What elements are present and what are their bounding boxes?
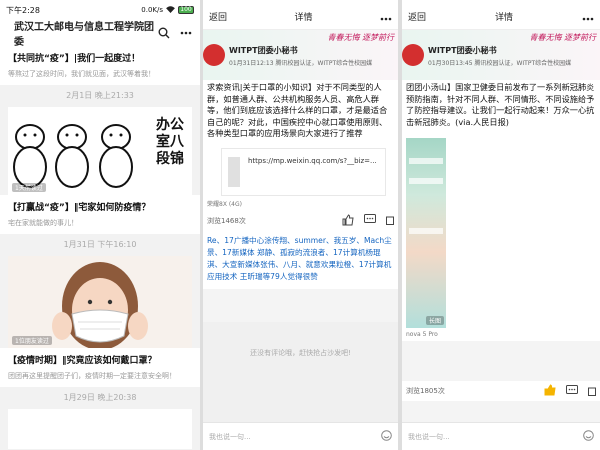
author-avatar[interactable] bbox=[402, 44, 424, 66]
article-cover-exercise[interactable]: 办公室八段锦 1天前读过 bbox=[8, 107, 192, 195]
author-name[interactable]: WITPT团委小秘书 bbox=[229, 45, 298, 56]
cover-illustration-mask-girl bbox=[8, 256, 192, 348]
long-image-badge: 长图 bbox=[425, 316, 444, 325]
comment-input-bar[interactable]: 我也说一句... bbox=[402, 422, 600, 450]
comment-icon[interactable] bbox=[364, 214, 376, 227]
comment-input[interactable]: 我也说一句... bbox=[209, 432, 381, 442]
no-comment-message: 还没有评论哦，赶快抢占沙发吧! bbox=[250, 349, 351, 357]
link-thumbnail bbox=[228, 156, 240, 187]
article-summary: 团团再这里提醒团子们，疫情时期一定要注意安全啊！ bbox=[8, 372, 176, 380]
wifi-icon bbox=[166, 5, 175, 15]
article-title: 【疫情时期】‖究竟应该如何戴口罩？ bbox=[8, 356, 157, 366]
author-avatar[interactable] bbox=[203, 44, 225, 66]
date-divider: 1月29日 晚上20:38 bbox=[0, 387, 200, 409]
post-detail-screen: 返回 详情 青春无悔 逐梦前行 WITPT团委小秘书 01月30日13:45 腾… bbox=[402, 0, 600, 450]
article-cover-mask[interactable]: 1位朋友读过 bbox=[8, 256, 192, 348]
shared-link-card[interactable]: https://mp.weixin.qq.com/s?__biz=... bbox=[221, 147, 386, 196]
article-cover-placeholder[interactable] bbox=[8, 409, 192, 449]
post-content: 青春无悔 逐梦前行 WITPT团委小秘书 01月30日13:45 腾讯校园认证，… bbox=[402, 30, 600, 341]
post-device: nova 5 Pro bbox=[406, 331, 438, 338]
post-content: 青春无悔 逐梦前行 WITPT团委小秘书 01月31日12:13 腾讯校园认证，… bbox=[203, 30, 398, 289]
battery-indicator: 100 bbox=[178, 6, 194, 14]
article-title: 【共同抗“疫”】|我们一起度过！ bbox=[8, 54, 141, 64]
banner-slogan: 青春无悔 逐梦前行 bbox=[327, 33, 394, 42]
read-by-friends-badge: 1位朋友读过 bbox=[12, 336, 52, 345]
comment-icon[interactable] bbox=[566, 384, 578, 398]
article-title: 【打赢战“疫”】‖宅家如何防疫情？ bbox=[8, 203, 151, 213]
network-speed: 0.0K/s bbox=[141, 6, 163, 14]
more-icon[interactable] bbox=[582, 10, 594, 24]
back-button[interactable]: 返回 bbox=[408, 10, 426, 23]
post-author-banner: 青春无悔 逐梦前行 WITPT团委小秘书 01月30日13:45 腾讯校园认证，… bbox=[402, 30, 600, 80]
post-actions: 浏览1468次 bbox=[203, 211, 398, 231]
post-meta: 01月30日13:45 腾讯校园认证，WITPT综合性校园媒 bbox=[428, 60, 572, 67]
search-icon[interactable] bbox=[158, 27, 170, 39]
post-meta: 01月31日12:13 腾讯校园认证，WITPT综合性校园媒 bbox=[229, 60, 373, 67]
liked-by-list[interactable]: Re、17广播中心涂传翔、summer、我五岁、Mach尘景、17新媒体 郑静、… bbox=[203, 230, 398, 289]
detail-header: 返回 详情 bbox=[203, 4, 398, 30]
status-bar: 下午2:28 0.0K/s 100 bbox=[0, 0, 200, 20]
post-detail-screen: 返回 详情 青春无悔 逐梦前行 WITPT团委小秘书 01月31日12:13 腾… bbox=[203, 0, 398, 450]
date-divider: 1月31日 下午16:10 bbox=[0, 234, 200, 256]
like-icon[interactable] bbox=[342, 213, 354, 228]
article-card[interactable]: 【疫情时期】‖究竟应该如何戴口罩？ 团团再这里提醒团子们，疫情时期一定要注意安全… bbox=[0, 348, 200, 387]
more-icon[interactable] bbox=[380, 10, 392, 24]
post-text: 求索资讯|关于口罩的小知识】对于不同类型的人群，如普通人群、公共机构服务人员、高… bbox=[207, 82, 388, 138]
post-device: 荣耀8X (4G) bbox=[207, 200, 242, 208]
view-count: 浏览1468次 bbox=[207, 216, 246, 225]
emoji-icon[interactable] bbox=[583, 430, 594, 443]
banner-slogan: 青春无悔 逐梦前行 bbox=[529, 33, 596, 42]
article-summary: 宅在家就能做的事儿！ bbox=[8, 219, 78, 227]
feed-header: 武汉工大邮电与信息工程学院团委 bbox=[0, 20, 200, 48]
comments-area bbox=[203, 322, 398, 422]
post-actions: 浏览1805次 bbox=[402, 381, 600, 401]
detail-header: 返回 详情 bbox=[402, 4, 600, 30]
comment-input[interactable]: 我也说一句... bbox=[408, 432, 583, 442]
cover-calligraphy-text: 办公室八段锦 bbox=[156, 117, 184, 167]
long-image-thumbnail[interactable]: 长图 bbox=[406, 138, 446, 328]
post-text: 团团小汤山】国家卫健委日前发布了一系列新冠肺炎预防指南，针对不同人群、不同情形、… bbox=[406, 82, 595, 127]
account-title: 武汉工大邮电与信息工程学院团委 bbox=[14, 22, 154, 48]
more-icon[interactable] bbox=[180, 31, 192, 35]
detail-title: 详情 bbox=[495, 13, 514, 23]
account-feed-screen: 下午2:28 0.0K/s 100 武汉工大邮电与信息工程学院团委 【共同抗“疫… bbox=[0, 0, 200, 450]
emoji-icon[interactable] bbox=[381, 430, 392, 443]
date-divider: 2月1日 晚上21:33 bbox=[0, 85, 200, 107]
share-icon[interactable] bbox=[588, 385, 596, 398]
like-icon-active[interactable] bbox=[544, 384, 556, 398]
article-card[interactable]: 【打赢战“疫”】‖宅家如何防疫情？ 宅在家就能做的事儿！ bbox=[0, 195, 200, 234]
comment-input-bar[interactable]: 我也说一句... bbox=[203, 422, 398, 450]
status-time: 下午2:28 bbox=[6, 5, 40, 15]
detail-title: 详情 bbox=[294, 13, 313, 23]
author-name[interactable]: WITPT团委小秘书 bbox=[428, 45, 497, 56]
post-author-banner: 青春无悔 逐梦前行 WITPT团委小秘书 01月31日12:13 腾讯校园认证，… bbox=[203, 30, 398, 80]
share-icon[interactable] bbox=[386, 214, 394, 227]
read-by-friends-badge: 1天前读过 bbox=[12, 183, 46, 192]
article-summary: 等熬过了这段时间，我们就见面，武汉等着我！ bbox=[8, 70, 155, 78]
view-count: 浏览1805次 bbox=[406, 387, 445, 395]
back-button[interactable]: 返回 bbox=[209, 10, 227, 23]
article-card[interactable]: 【共同抗“疫”】|我们一起度过！ 等熬过了这段时间，我们就见面，武汉等着我！ bbox=[0, 46, 200, 85]
link-url: https://mp.weixin.qq.com/s?__biz=... bbox=[248, 156, 377, 165]
